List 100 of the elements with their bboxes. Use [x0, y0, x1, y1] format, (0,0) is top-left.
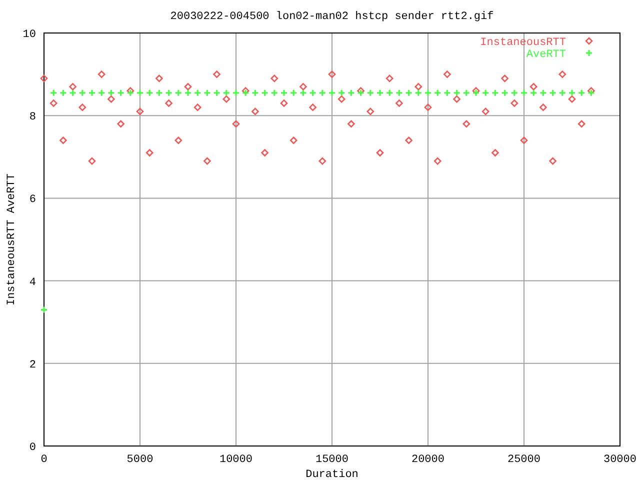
data-point — [424, 89, 432, 97]
data-point — [482, 108, 490, 116]
data-point — [386, 74, 394, 82]
data-point — [290, 89, 298, 97]
data-point — [88, 89, 96, 97]
axis-label: Duration — [306, 469, 358, 480]
data-point — [232, 89, 240, 97]
tick-label: 5000 — [126, 454, 154, 466]
data-point — [299, 82, 308, 91]
data-point — [280, 99, 288, 108]
data-point — [500, 74, 509, 82]
data-point — [59, 89, 67, 97]
data-point — [318, 157, 326, 165]
data-point — [78, 103, 86, 112]
data-point — [88, 157, 96, 165]
data-point — [165, 89, 173, 97]
data-point — [549, 89, 557, 97]
tick-label: 4 — [29, 276, 36, 289]
data-point — [587, 86, 596, 95]
tick-label: 0 — [29, 442, 36, 454]
data-point — [232, 120, 240, 128]
data-point — [366, 108, 374, 116]
data-point — [309, 89, 317, 97]
tick-label: 20000 — [412, 454, 444, 466]
data-point — [356, 86, 365, 95]
data-point — [308, 103, 317, 112]
data-point — [40, 306, 48, 314]
axis-label: InstaneousRTT AveRTT — [6, 173, 18, 306]
data-point — [203, 89, 211, 97]
data-point — [174, 89, 182, 97]
data-point — [558, 89, 566, 97]
legend-label: AveRTT — [526, 49, 566, 61]
data-point — [242, 86, 250, 95]
data-point — [443, 89, 451, 97]
data-point — [212, 70, 221, 78]
data-point — [578, 89, 586, 97]
data-point — [462, 120, 470, 128]
tick-label: 0 — [40, 454, 48, 466]
data-point — [270, 89, 278, 97]
data-point — [50, 89, 58, 97]
data-point — [174, 136, 182, 144]
data-point — [136, 89, 144, 97]
data-point — [98, 89, 106, 97]
data-point — [386, 89, 394, 97]
data-point — [98, 70, 106, 78]
data-point — [376, 89, 384, 97]
data-point — [78, 89, 86, 97]
tick-label: 6 — [29, 194, 36, 206]
data-point — [424, 103, 432, 112]
data-point — [155, 89, 163, 97]
data-point — [280, 89, 288, 97]
data-point — [126, 86, 134, 95]
data-point — [290, 136, 298, 144]
legend-label: InstaneousRTT — [480, 37, 566, 49]
tick-label: 10000 — [220, 454, 252, 466]
data-point — [203, 157, 212, 165]
data-point — [578, 120, 586, 128]
tick-label: 10 — [22, 29, 36, 41]
data-point — [260, 148, 269, 157]
tick-label: 8 — [29, 112, 36, 124]
data-point — [155, 74, 164, 82]
data-point — [443, 70, 452, 78]
data-point — [548, 157, 557, 165]
data-point — [68, 82, 77, 91]
data-point — [414, 82, 422, 91]
data-point — [270, 74, 278, 82]
data-point — [40, 74, 48, 82]
data-point — [482, 89, 490, 97]
chart-title: 20030222-004500 lon02-man02 hstcp sender rtt2.gif — [170, 11, 494, 23]
data-point — [491, 89, 499, 97]
data-point — [501, 89, 509, 97]
data-point — [491, 148, 500, 157]
tick-label: 2 — [29, 359, 36, 372]
data-point — [395, 89, 403, 97]
data-point — [347, 120, 356, 128]
data-point — [434, 89, 442, 97]
data-point — [520, 89, 528, 97]
data-point — [146, 89, 154, 97]
data-point — [328, 70, 336, 78]
data-point — [146, 148, 154, 157]
data-point — [558, 70, 566, 78]
data-point — [395, 99, 404, 108]
data-point — [194, 89, 202, 97]
data-point — [318, 89, 326, 97]
data-point — [530, 82, 538, 91]
data-point — [462, 89, 470, 97]
data-point — [510, 89, 518, 97]
tick-label: 25000 — [508, 454, 540, 466]
data-point — [376, 148, 384, 157]
data-point — [136, 108, 144, 116]
data-point — [404, 136, 413, 144]
data-point — [194, 103, 202, 112]
data-point — [510, 99, 518, 108]
tick-label: 30000 — [604, 454, 636, 466]
data-point — [366, 89, 374, 97]
data-point — [520, 136, 528, 144]
data-point — [164, 99, 173, 108]
data-point — [261, 89, 269, 97]
data-point — [116, 120, 125, 128]
tick-label: 15000 — [316, 454, 348, 466]
